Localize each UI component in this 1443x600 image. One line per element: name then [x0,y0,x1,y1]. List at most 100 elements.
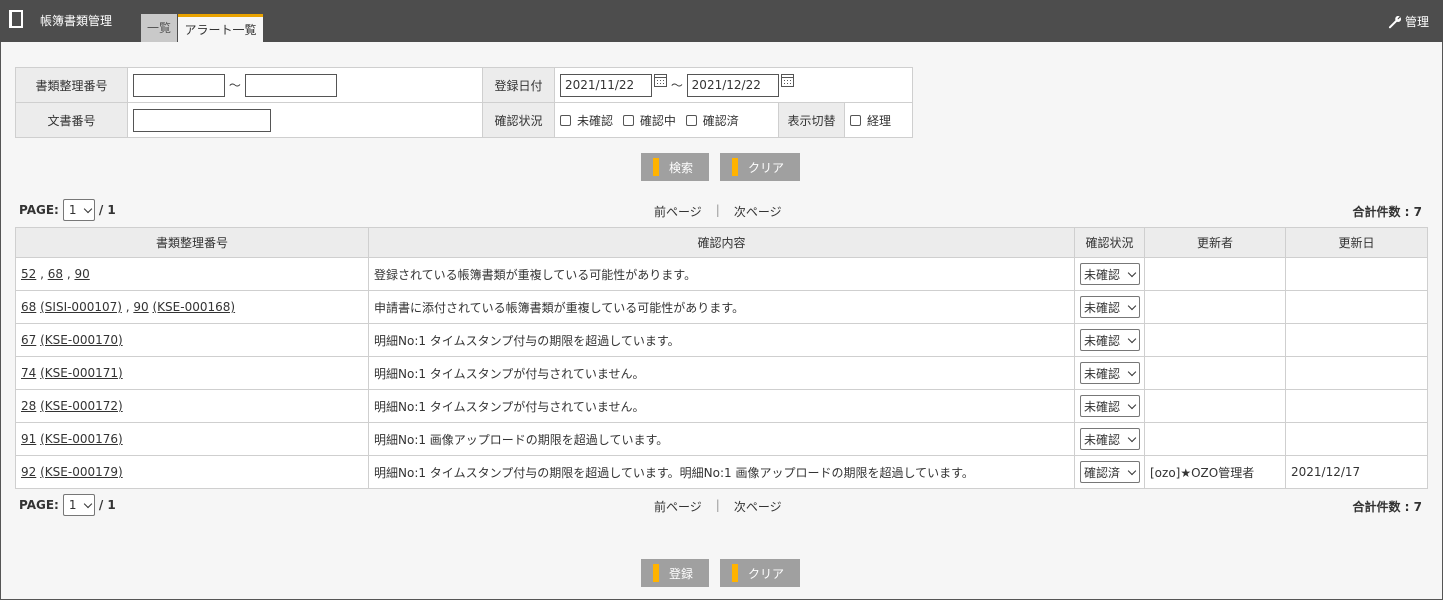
doc-number-cell: 74 (KSE-000171) [15,356,369,390]
status-unconfirmed-checkbox[interactable]: 未確認 [560,114,613,128]
status-select-value: 未確認 [1084,300,1121,315]
link-separator: , [63,267,75,281]
updater-cell [1144,422,1286,456]
status-select[interactable]: 未確認 [1080,395,1140,417]
doc-number-link[interactable]: 91 [21,432,36,446]
nav-separator: | [715,203,720,217]
chevron-down-icon [1127,433,1137,442]
date-to-input[interactable] [686,73,779,97]
nav-separator: | [715,498,720,512]
manage-button[interactable]: 管理 [1388,13,1429,30]
clear-button-label: クリア [748,160,785,175]
status-select-value: 確認済 [1084,465,1121,480]
tab-list[interactable]: 一覧 [141,14,177,42]
table-row: 91 (KSE-000176) 明細No:1 画像アップロードの期限を超過していま… [15,422,1428,456]
status-select[interactable]: 未確認 [1080,362,1140,384]
doc-number-link[interactable]: 90 [133,300,148,314]
calendar-icon[interactable] [654,73,667,87]
checkbox-box[interactable] [850,114,861,126]
status-label: 確認状況 [482,102,555,138]
tab-alert-list[interactable]: アラート一覧 [178,14,263,42]
calendar-icon[interactable] [780,73,794,87]
prev-page-link[interactable]: 前ページ [654,203,702,220]
doc-number-link[interactable]: (KSE-000176) [40,432,123,446]
page-select[interactable]: 1 [62,494,95,516]
table-header-row: 書類整理番号 確認内容 確認状況 更新者 更新日 [15,227,1428,258]
display-accounting-checkbox[interactable]: 経理 [850,114,891,128]
date-from-input[interactable] [560,73,652,97]
table-row: 67 (KSE-000170) 明細No:1 タイムスタンプ付与の期限を超過してい… [15,323,1428,357]
pager-bottom: PAGE: 1 / 1 [19,494,116,516]
updated-date-cell [1285,323,1428,357]
doc-number-link[interactable]: 90 [74,267,89,281]
next-page-link[interactable]: 次ページ [734,498,782,515]
status-select[interactable]: 未確認 [1080,428,1140,450]
status-confirming-checkbox[interactable]: 確認中 [622,113,676,128]
search-button[interactable]: 検索 [641,153,709,181]
status-confirmed-checkbox[interactable]: 確認済 [685,114,739,128]
col-header-content: 確認内容 [368,227,1075,258]
doc-number-link[interactable]: 67 [21,333,36,347]
chevron-down-icon [1127,466,1137,475]
doc-number-label: 書類整理番号 [15,67,128,103]
status-cell: 未確認 [1074,323,1145,357]
total-count: 合計件数 : 7 [1352,500,1422,514]
doc-number-link[interactable]: 68 [48,267,63,281]
doc-number-to-input[interactable] [244,73,337,97]
doc-number-link[interactable]: 74 [21,366,36,380]
doc-number-link[interactable]: (SISI-000107) [40,300,122,314]
doc-number-link[interactable]: (KSE-000179) [40,465,123,479]
clear-footer-button[interactable]: クリア [720,559,800,587]
status-select[interactable]: 未確認 [1080,329,1140,351]
doc-number-link[interactable]: 28 [21,399,36,413]
clear-search-button[interactable]: クリア [720,153,800,181]
range-separator: ～ [228,78,241,92]
doc-number-from-input[interactable] [133,73,225,97]
content-cell: 明細No:1 画像アップロードの期限を超過しています。 [368,422,1075,456]
button-accent [653,564,659,582]
clear-footer-button-label: クリア [748,566,785,581]
date-range-separator: ～ [670,78,683,92]
updated-date-cell [1285,422,1428,456]
page-select-value: 1 [68,498,77,512]
content-cell: 登録されている帳簿書類が重複している可能性があります。 [368,257,1075,291]
button-accent [732,158,738,176]
doc-number-link[interactable]: 52 [21,267,36,281]
page-select[interactable]: 1 [62,199,95,221]
doc-number-range: ～ [127,67,483,103]
link-separator: , [36,267,48,281]
button-accent [653,158,659,176]
app-title: 帳簿書類管理 [40,14,113,28]
status-select[interactable]: 確認済 [1080,461,1140,483]
page-nav-top: 前ページ | 次ページ [654,203,782,220]
doc-number-link[interactable]: (KSE-000172) [40,399,123,413]
next-page-link[interactable]: 次ページ [734,203,782,220]
chevron-down-icon [83,204,93,213]
status-select[interactable]: 未確認 [1080,296,1140,318]
col-header-doc-number: 書類整理番号 [15,227,369,258]
status-select[interactable]: 未確認 [1080,263,1140,285]
search-form: 書類整理番号 ～ 登録日付 ～ 文書番号 確認状況 未確認 確認中 確認済 表示… [15,67,913,138]
content-cell: 明細No:1 タイムスタンプが付与されていません。 [368,389,1075,423]
col-header-status: 確認状況 [1074,227,1145,258]
chevron-down-icon [1127,334,1137,343]
doc-number-link[interactable]: 68 [21,300,36,314]
display-toggle-cell: 経理 [844,102,913,138]
doc-number-link[interactable]: (KSE-000168) [153,300,236,314]
doc-number-link[interactable]: (KSE-000171) [40,366,123,380]
updater-cell: [ozo]★OZO管理者 [1144,455,1286,489]
prev-page-link[interactable]: 前ページ [654,498,702,515]
bunsho-number-input[interactable] [133,108,271,132]
app-header: 帳簿書類管理 一覧 アラート一覧 管理 [0,0,1443,42]
checkbox-box[interactable] [685,114,697,126]
page-total: / 1 [98,203,116,217]
doc-number-link[interactable]: (KSE-000170) [40,333,123,347]
checkbox-box[interactable] [560,114,571,126]
checkbox-box[interactable] [622,114,634,126]
checkbox-label: 経理 [867,113,892,128]
doc-number-link[interactable]: 92 [21,465,36,479]
checkbox-label: 確認中 [639,113,676,128]
link-separator: , [121,300,134,314]
updater-cell [1144,290,1286,324]
register-button[interactable]: 登録 [641,559,709,587]
